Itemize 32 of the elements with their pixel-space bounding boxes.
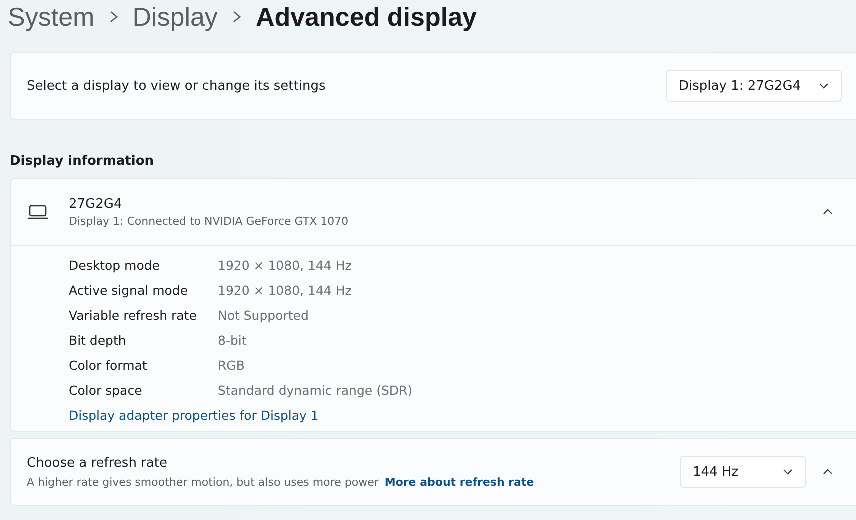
info-label: Bit depth <box>69 332 128 350</box>
chevron-down-icon <box>783 469 793 475</box>
info-label: Color format <box>69 357 148 375</box>
display-select-label: Select a display to view or change its settings <box>27 78 327 94</box>
section-title: Display information <box>10 154 156 169</box>
chevron-up-icon <box>823 469 833 475</box>
chevron-up-icon <box>823 209 833 215</box>
chevron-down-icon <box>819 83 829 89</box>
display-name: 27G2G4 <box>69 196 124 212</box>
info-value: 1920 × 1080, 144 Hz <box>218 282 353 300</box>
page-title: Advanced display <box>256 2 478 32</box>
info-value: 1920 × 1080, 144 Hz <box>218 257 353 275</box>
display-connection: Display 1: Connected to NVIDIA GeForce GTX 1070 <box>69 214 350 228</box>
breadcrumb-link[interactable]: System <box>8 2 95 32</box>
refresh-rate-link[interactable]: More about refresh rate <box>384 476 534 488</box>
chevron-right-icon <box>232 11 242 23</box>
laptop-icon <box>27 204 49 220</box>
adapter-properties-link[interactable]: Display adapter properties for Display 1 <box>69 408 856 423</box>
refresh-rate-dropdown[interactable]: 144 Hz <box>680 456 806 488</box>
info-label: Variable refresh rate <box>69 307 198 325</box>
info-value: 8-bit <box>218 332 248 350</box>
info-value: Not Supported <box>218 307 310 325</box>
info-value: Standard dynamic range (SDR) <box>218 382 414 400</box>
info-label: Color space <box>69 382 144 400</box>
info-label: Active signal mode <box>69 282 190 300</box>
info-value: RGB <box>218 357 246 375</box>
chevron-right-icon <box>108 11 119 23</box>
breadcrumb-link[interactable]: Display <box>132 2 218 32</box>
refresh-rate-title: Choose a refresh rate <box>27 456 168 470</box>
info-label: Desktop mode <box>69 257 161 275</box>
refresh-rate-description: A higher rate gives smoother motion, but also uses more power <box>27 476 379 488</box>
display-dropdown[interactable]: Display 1: 27G2G4 <box>666 70 842 102</box>
